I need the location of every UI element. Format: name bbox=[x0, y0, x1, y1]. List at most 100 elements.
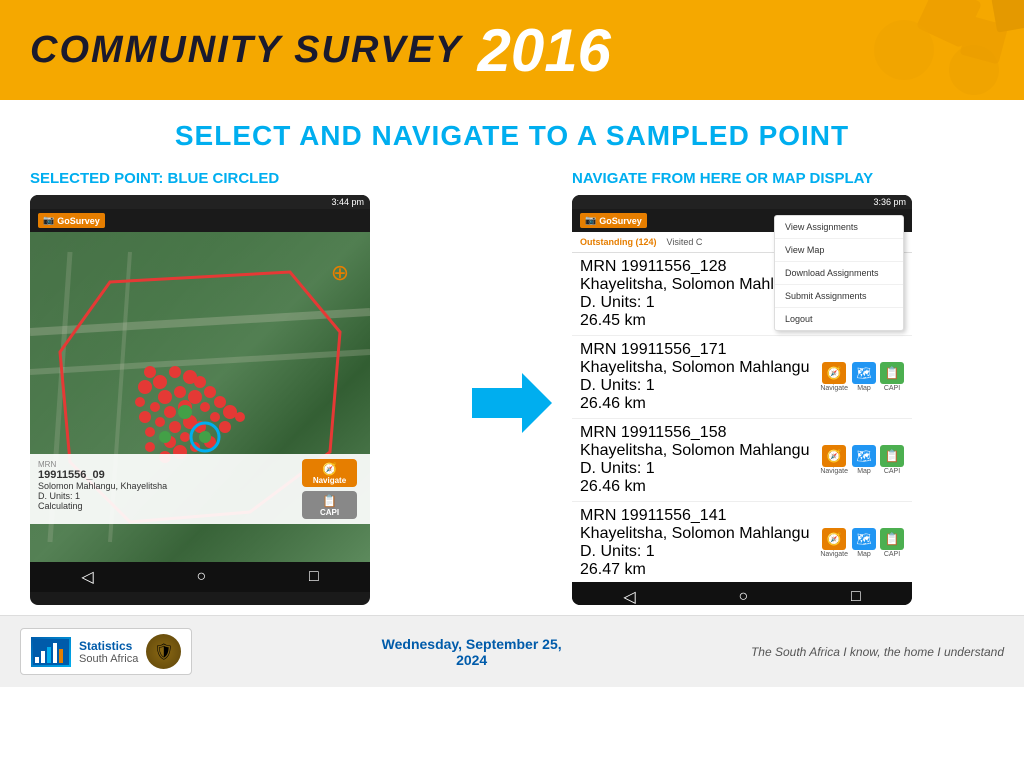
left-col-label: SELECTED POINT: BLUE CIRCLED bbox=[30, 170, 452, 187]
menu-view-assignments[interactable]: View Assignments bbox=[775, 216, 903, 239]
mrn-val-0: 19911556_128 bbox=[621, 258, 727, 275]
mrn-val-2: 19911556_158 bbox=[621, 424, 727, 441]
list-item-actions-2: 🧭 Navigate 🗺 Map 📋 CAPI bbox=[820, 445, 904, 475]
right-column: NAVIGATE FROM HERE OR MAP DISPLAY 3:36 p… bbox=[572, 170, 994, 605]
navigate-icon-3: 🧭 bbox=[822, 528, 846, 550]
svg-text:⊕: ⊕ bbox=[331, 260, 349, 285]
km-3: 26.47 km bbox=[580, 561, 820, 579]
menu-download-assignments[interactable]: Download Assignments bbox=[775, 262, 903, 285]
list-item-info-3: MRN 19911556_141 Khayelitsha, Solomon Ma… bbox=[580, 507, 820, 579]
left-nav-bar: ◁ ○ □ bbox=[30, 562, 370, 592]
action-map-2[interactable]: 🗺 Map bbox=[852, 445, 876, 475]
distance-left: Calculating bbox=[38, 501, 167, 511]
map-action-label-2: Map bbox=[857, 468, 871, 475]
navigate-icon-2: 🧭 bbox=[822, 445, 846, 467]
footer-date-line2: 2024 bbox=[192, 652, 751, 668]
units-2: D. Units: 1 bbox=[580, 460, 820, 478]
capi-icon-2: 📋 bbox=[880, 445, 904, 467]
page-title: SELECT AND NAVIGATE TO A SAMPLED POINT bbox=[30, 120, 994, 152]
capi-button-left[interactable]: 📋 CAPI bbox=[302, 491, 357, 519]
left-top-bar: 📷 GoSurvey bbox=[30, 209, 370, 232]
navigate-icon-1: 🧭 bbox=[822, 362, 846, 384]
logo-graphic bbox=[31, 637, 71, 667]
action-capi-1[interactable]: 📋 CAPI bbox=[880, 362, 904, 392]
action-capi-2[interactable]: 📋 CAPI bbox=[880, 445, 904, 475]
content-columns: SELECTED POINT: BLUE CIRCLED 3:44 pm 📷 G… bbox=[30, 170, 994, 605]
back-icon[interactable]: ◁ bbox=[81, 567, 93, 587]
capi-icon-1: 📋 bbox=[880, 362, 904, 384]
navigate-button-left[interactable]: 🧭 Navigate bbox=[302, 459, 357, 487]
back-icon-right[interactable]: ◁ bbox=[623, 587, 635, 605]
home-icon-right[interactable]: ○ bbox=[738, 588, 748, 605]
action-map-1[interactable]: 🗺 Map bbox=[852, 362, 876, 392]
gosurvey-logo-left: 📷 GoSurvey bbox=[38, 213, 105, 228]
menu-logout[interactable]: Logout bbox=[775, 308, 903, 330]
gosurvey-icon: 📷 bbox=[43, 215, 54, 226]
mrn-value-left: 19911556_09 bbox=[38, 469, 167, 481]
dropdown-menu: View Assignments View Map Download Assig… bbox=[774, 215, 904, 331]
left-time: 3:44 pm bbox=[331, 197, 364, 207]
tab-outstanding[interactable]: Outstanding (124) bbox=[580, 237, 657, 247]
tab-visited[interactable]: Visited C bbox=[667, 237, 703, 247]
list-item-actions-1: 🧭 Navigate 🗺 Map 📋 CAPI bbox=[820, 362, 904, 392]
capi-action-label-1: CAPI bbox=[884, 385, 900, 392]
left-phone-mockup: 3:44 pm 📷 GoSurvey bbox=[30, 195, 370, 605]
capi-icon-3: 📋 bbox=[880, 528, 904, 550]
capi-action-label-3: CAPI bbox=[884, 551, 900, 558]
home-icon[interactable]: ○ bbox=[196, 568, 206, 586]
action-navigate-1[interactable]: 🧭 Navigate bbox=[820, 362, 848, 392]
list-item-info-1: MRN 19911556_171 Khayelitsha, Solomon Ma… bbox=[580, 341, 820, 413]
menu-submit-assignments[interactable]: Submit Assignments bbox=[775, 285, 903, 308]
coat-of-arms: 🛡 bbox=[146, 634, 181, 669]
gosurvey-icon-right: 📷 bbox=[585, 215, 596, 226]
mrn-val-1: 19911556_171 bbox=[621, 341, 727, 358]
km-2: 26.46 km bbox=[580, 478, 820, 496]
navigation-arrow bbox=[472, 368, 552, 438]
navigate-action-label-2: Navigate bbox=[820, 468, 848, 475]
action-buttons-left: 🧭 Navigate 📋 CAPI bbox=[302, 459, 357, 519]
right-col-label: NAVIGATE FROM HERE OR MAP DISPLAY bbox=[572, 170, 994, 187]
logo-svg bbox=[33, 639, 69, 665]
map-icon-3: 🗺 bbox=[852, 528, 876, 550]
header: COMMUNITY SURVEY 2016 bbox=[0, 0, 1024, 100]
mrn-label-1: MRN bbox=[580, 341, 616, 358]
mrn-label-3: MRN bbox=[580, 507, 616, 524]
bottom-info-panel: MRN 19911556_09 Solomon Mahlangu, Khayel… bbox=[30, 454, 370, 524]
menu-view-map[interactable]: View Map bbox=[775, 239, 903, 262]
list-item-info-2: MRN 19911556_158 Khayelitsha, Solomon Ma… bbox=[580, 424, 820, 496]
footer-logo: Statistics South Africa 🛡 bbox=[20, 628, 192, 675]
map-icon-1: 🗺 bbox=[852, 362, 876, 384]
left-map-area: ⊕ MRN 19911556_09 Solomon Mahlangu, Khay… bbox=[30, 232, 370, 562]
action-capi-3[interactable]: 📋 CAPI bbox=[880, 528, 904, 558]
header-year: 2016 bbox=[477, 16, 610, 85]
recent-icon[interactable]: □ bbox=[309, 568, 319, 586]
navigate-action-label-3: Navigate bbox=[820, 551, 848, 558]
gosurvey-logo-right: 📷 GoSurvey bbox=[580, 213, 647, 228]
km-1: 26.46 km bbox=[580, 395, 820, 413]
stats-line2: South Africa bbox=[79, 653, 138, 665]
location-left: Solomon Mahlangu, Khayelitsha bbox=[38, 481, 167, 491]
map-action-label-1: Map bbox=[857, 385, 871, 392]
left-column: SELECTED POINT: BLUE CIRCLED 3:44 pm 📷 G… bbox=[30, 170, 452, 605]
mrn-label-2: MRN bbox=[580, 424, 616, 441]
navigate-action-label-1: Navigate bbox=[820, 385, 848, 392]
footer: Statistics South Africa 🛡 Wednesday, Sep… bbox=[0, 615, 1024, 687]
gosurvey-label: GoSurvey bbox=[57, 216, 100, 226]
header-title: COMMUNITY SURVEY bbox=[30, 29, 462, 72]
action-navigate-3[interactable]: 🧭 Navigate bbox=[820, 528, 848, 558]
units-1: D. Units: 1 bbox=[580, 377, 820, 395]
footer-tagline: The South Africa I know, the home I unde… bbox=[751, 645, 1004, 659]
right-phone-mockup: 3:36 pm 📷 GoSurvey ⋮ View Assignments Vi… bbox=[572, 195, 912, 605]
footer-date: Wednesday, September 25, 2024 bbox=[192, 636, 751, 668]
right-time: 3:36 pm bbox=[873, 197, 906, 207]
arrow-container bbox=[472, 368, 552, 438]
right-nav-bar: ◁ ○ □ bbox=[572, 582, 912, 605]
units-left: D. Units: 1 bbox=[38, 491, 167, 501]
main-content: SELECT AND NAVIGATE TO A SAMPLED POINT S… bbox=[0, 100, 1024, 605]
action-navigate-2[interactable]: 🧭 Navigate bbox=[820, 445, 848, 475]
gosurvey-label-right: GoSurvey bbox=[599, 216, 642, 226]
recent-icon-right[interactable]: □ bbox=[851, 588, 861, 605]
action-map-3[interactable]: 🗺 Map bbox=[852, 528, 876, 558]
list-item-3: MRN 19911556_141 Khayelitsha, Solomon Ma… bbox=[572, 502, 912, 582]
navigate-label-left: Navigate bbox=[313, 476, 346, 485]
